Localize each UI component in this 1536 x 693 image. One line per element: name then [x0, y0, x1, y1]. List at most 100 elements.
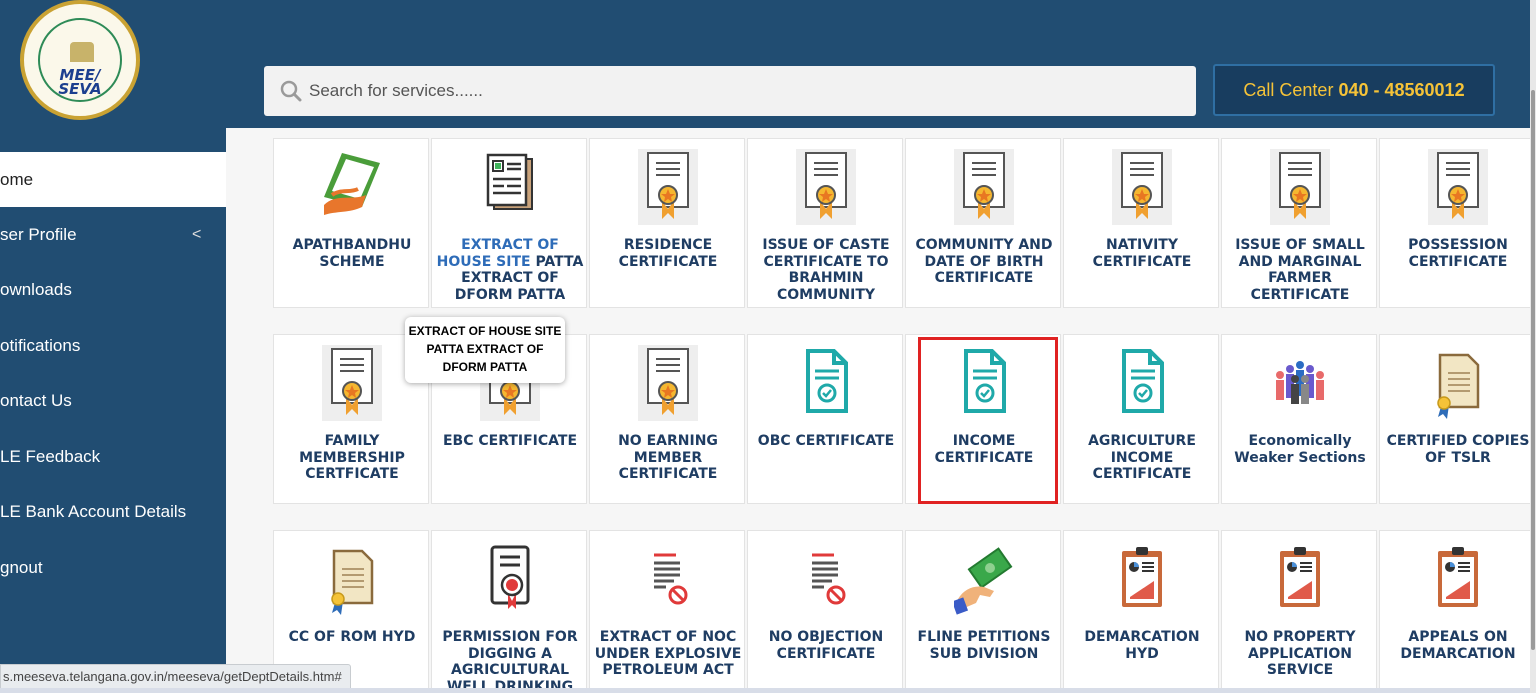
- service-label: NO OBJECTION CERTIFICATE: [768, 629, 884, 662]
- service-label: RESIDENCE CERTIFICATE: [618, 237, 718, 270]
- service-label: ISSUE OF CASTE CERTIFICATE TO BRAHMIN CO…: [762, 237, 890, 303]
- service-card-caste-certificate-brahmin[interactable]: ISSUE OF CASTE CERTIFICATE TO BRAHMIN CO…: [747, 138, 903, 308]
- certificate-icon: [796, 149, 856, 225]
- income-certificate-highlight: [918, 337, 1058, 504]
- service-card-community-dob-certificate[interactable]: COMMUNITY AND DATE OF BIRTH CERTIFICATE: [905, 138, 1061, 308]
- service-card-agriculture-income[interactable]: AGRICULTURE INCOME CERTIFICATE: [1063, 334, 1219, 504]
- certificate-icon: [954, 149, 1014, 225]
- service-card-appeals-on-demarcation[interactable]: APPEALS ON DEMARCATION: [1379, 530, 1530, 693]
- service-label: NO EARNING MEMBER CERTIFICATE: [618, 433, 718, 482]
- sidebar-item-feedback[interactable]: LE Feedback: [0, 429, 226, 484]
- service-label: CERTIFIED COPIES OF TSLR: [1386, 433, 1530, 466]
- service-card-residence-certificate[interactable]: RESIDENCE CERTIFICATE: [589, 138, 745, 308]
- money-hand-icon: [954, 547, 1013, 615]
- service-card-possession-certificate[interactable]: POSSESSION CERTIFICATE: [1379, 138, 1530, 308]
- service-card-permission-digging-well[interactable]: PERMISSION FOR DIGGING A AGRICULTURAL WE…: [431, 530, 587, 693]
- call-center-button[interactable]: Call Center 040 - 48560012: [1213, 64, 1495, 116]
- service-label: AGRICULTURE INCOME CERTIFICATE: [1088, 433, 1196, 482]
- label-part: EXTRACT: [461, 237, 533, 253]
- sidebar-item-home[interactable]: ome: [0, 152, 226, 207]
- teal-document-icon: [1122, 349, 1164, 413]
- sidebar: ome ser Profile < ownloads otifications o…: [0, 128, 226, 693]
- service-card-nativity-certificate[interactable]: NATIVITY CERTIFICATE: [1063, 138, 1219, 308]
- sidebar-item-label: gnout: [0, 558, 43, 577]
- certified-copy-icon: [331, 549, 374, 615]
- certificate-icon: [1428, 149, 1488, 225]
- scrollbar-thumb[interactable]: [1531, 90, 1535, 650]
- clipboard-chart-icon: [1280, 547, 1320, 607]
- call-center-label: Call Center: [1243, 80, 1334, 100]
- no-objection-icon: [650, 547, 688, 607]
- sidebar-item-downloads[interactable]: ownloads: [0, 262, 226, 317]
- sidebar-item-signout[interactable]: gnout: [0, 540, 226, 595]
- service-label: EXTRACT OF NOC UNDER EXPLOSIVE PETROLEUM…: [594, 629, 742, 678]
- service-label: EBC CERTIFICATE: [442, 433, 578, 449]
- apathbandhu-icon: [324, 153, 380, 215]
- sidebar-item-contact-us[interactable]: ontact Us: [0, 373, 226, 428]
- service-label: DEMARCATION HYD: [1084, 629, 1200, 662]
- service-label: FLINE PETITIONS SUB DIVISION: [917, 629, 1051, 662]
- service-label: EXTRACT OF HOUSE SITE PATTA EXTRACT OF D…: [436, 237, 584, 303]
- service-label: OBC CERTIFICATE: [757, 433, 895, 449]
- sidebar-item-notifications[interactable]: otifications: [0, 318, 226, 373]
- service-label: APATHBANDHU SCHEME: [292, 237, 412, 270]
- sidebar-item-label: ser Profile: [0, 225, 77, 244]
- service-card-certified-copies-tslr[interactable]: CERTIFIED COPIES OF TSLR: [1379, 334, 1530, 504]
- search-icon: [280, 80, 302, 102]
- service-card-fline-petitions[interactable]: FLINE PETITIONS SUB DIVISION: [905, 530, 1061, 693]
- service-card-extract-house-site-patta[interactable]: EXTRACT OF HOUSE SITE PATTA EXTRACT OF D…: [431, 138, 587, 308]
- document-list-icon: [486, 153, 533, 210]
- clipboard-chart-icon: [1438, 547, 1478, 607]
- sidebar-item-label: ome: [0, 170, 34, 189]
- service-label: APPEALS ON DEMARCATION: [1400, 629, 1516, 662]
- meeseva-logo[interactable]: MEE/ SEVA: [20, 0, 140, 120]
- sidebar-item-user-profile[interactable]: ser Profile <: [0, 207, 226, 262]
- sidebar-item-label: ownloads: [0, 280, 72, 299]
- service-card-ews[interactable]: Economically Weaker Sections: [1221, 334, 1377, 504]
- service-label: POSSESSION CERTIFICATE: [1408, 237, 1508, 270]
- certificate-icon: [1112, 149, 1172, 225]
- service-label: COMMUNITY AND DATE OF BIRTH CERTIFICATE: [915, 237, 1053, 286]
- service-label: NO PROPERTY APPLICATION SERVICE: [1244, 629, 1356, 678]
- certified-copy-icon: [1437, 353, 1480, 419]
- service-card-no-property-application[interactable]: NO PROPERTY APPLICATION SERVICE: [1221, 530, 1377, 693]
- service-label: FAMILY MEMBERSHIP CERTFICATE: [299, 433, 405, 482]
- service-card-no-earning-member[interactable]: NO EARNING MEMBER CERTIFICATE: [589, 334, 745, 504]
- people-group-icon: [1276, 361, 1324, 404]
- service-label: ISSUE OF SMALL AND MARGINAL FARMER CERTI…: [1235, 237, 1365, 303]
- sidebar-item-bank-account[interactable]: LE Bank Account Details: [0, 484, 226, 539]
- sidebar-item-label: LE Bank Account Details: [0, 502, 187, 521]
- call-center-number: 040 - 48560012: [1338, 80, 1465, 100]
- service-label: PERMISSION FOR DIGGING A AGRICULTURAL WE…: [442, 629, 578, 693]
- search-input[interactable]: Search for services......: [264, 66, 1196, 116]
- certificate-icon: [1270, 149, 1330, 225]
- certificate-icon: [322, 345, 382, 421]
- service-card-small-marginal-farmer[interactable]: ISSUE OF SMALL AND MARGINAL FARMER CERTI…: [1221, 138, 1377, 308]
- no-objection-icon: [808, 547, 846, 607]
- certificate-icon: [638, 345, 698, 421]
- permission-document-icon: [490, 545, 530, 609]
- search-placeholder: Search for services......: [309, 81, 483, 100]
- window-bottom-edge: [0, 688, 1536, 693]
- status-bar-url: s.meeseva.telangana.gov.in/meeseva/getDe…: [0, 664, 351, 690]
- logo-text: MEE/ SEVA: [58, 66, 102, 98]
- sidebar-item-label: otifications: [0, 336, 81, 355]
- sidebar-item-label: LE Feedback: [0, 447, 101, 466]
- chevron-left-icon: <: [192, 226, 202, 243]
- services-grid: APATHBANDHU SCHEME EXTRACT OF HOUSE SITE…: [226, 128, 1530, 693]
- service-label: NATIVITY CERTIFICATE: [1092, 237, 1192, 270]
- service-label: CC OF ROM HYD: [288, 629, 416, 645]
- service-card-demarcation-hyd[interactable]: DEMARCATION HYD: [1063, 530, 1219, 693]
- logo-inner-ring: MEE/ SEVA: [38, 18, 122, 102]
- clipboard-chart-icon: [1122, 547, 1162, 607]
- sidebar-item-label: ontact Us: [0, 391, 72, 410]
- service-card-apathbandhu[interactable]: APATHBANDHU SCHEME: [273, 138, 429, 308]
- header-bar: MEE/ SEVA Search for services...... Call…: [0, 0, 1530, 128]
- service-card-noc-explosive-petroleum[interactable]: EXTRACT OF NOC UNDER EXPLOSIVE PETROLEUM…: [589, 530, 745, 693]
- emblem-icon: [70, 42, 94, 62]
- service-label: Economically Weaker Sections: [1234, 433, 1366, 466]
- service-card-obc-certificate[interactable]: OBC CERTIFICATE: [747, 334, 903, 504]
- teal-document-icon: [806, 349, 848, 413]
- service-card-no-objection-certificate[interactable]: NO OBJECTION CERTIFICATE: [747, 530, 903, 693]
- tooltip: EXTRACT OF HOUSE SITE PATTA EXTRACT OF D…: [405, 317, 565, 383]
